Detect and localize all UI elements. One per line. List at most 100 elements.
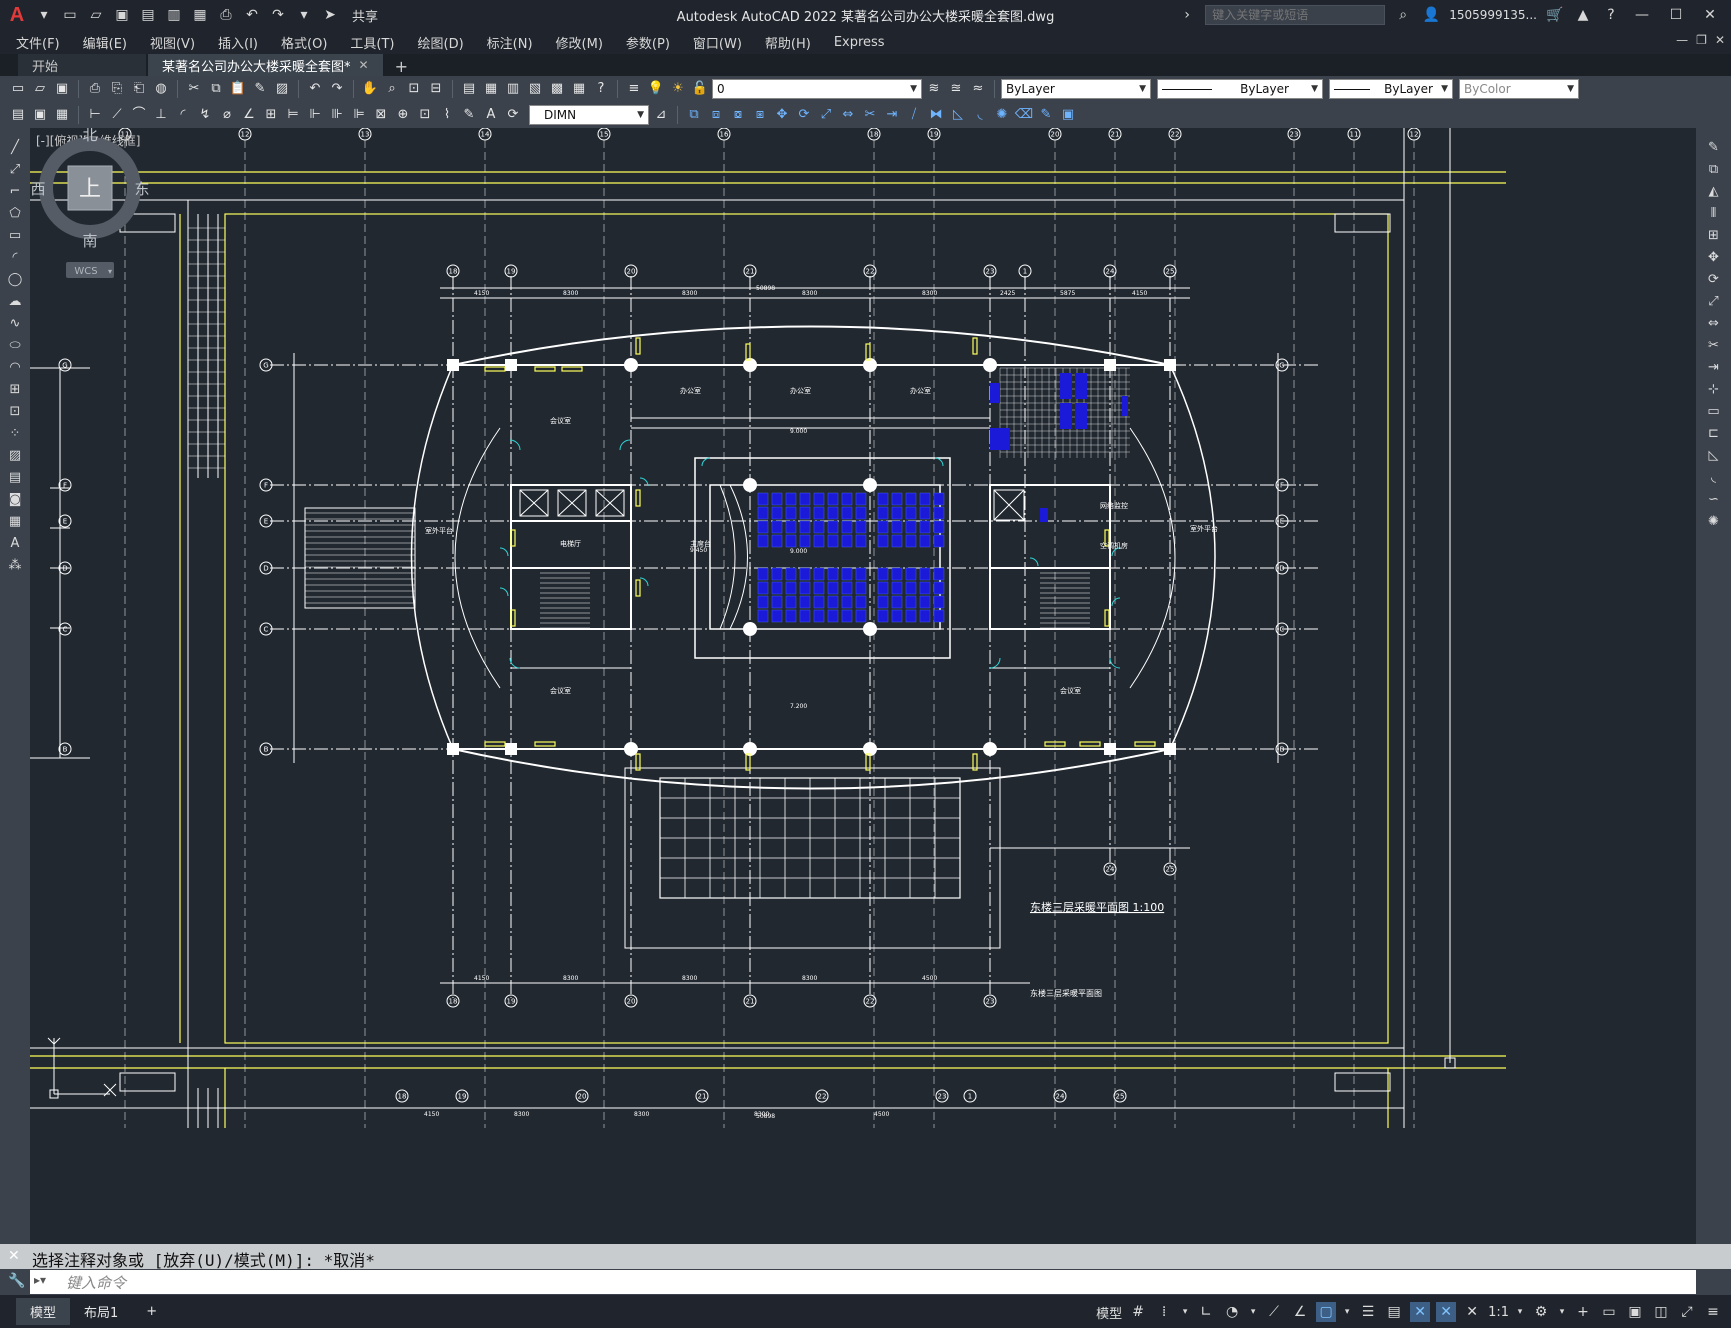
- viewcube-east-label[interactable]: 东: [134, 180, 149, 198]
- ellipse-arc-icon[interactable]: ◠: [5, 358, 25, 378]
- open-file-icon[interactable]: ▱: [86, 5, 106, 25]
- layer-previous-icon[interactable]: ≊: [946, 79, 966, 99]
- trim-icon[interactable]: ✂: [1704, 336, 1724, 356]
- workspace-gear-icon[interactable]: ⚙: [1531, 1302, 1551, 1322]
- array-icon[interactable]: ⊞: [1704, 226, 1724, 246]
- menu-parametric[interactable]: 参数(P): [626, 33, 670, 52]
- redo-icon[interactable]: ↷: [327, 79, 347, 99]
- revision-cloud-icon[interactable]: ☁: [5, 292, 25, 312]
- copy-object-icon[interactable]: ⧉: [1704, 160, 1724, 180]
- polygon-icon[interactable]: ⬠: [5, 204, 25, 224]
- app-menu-dropdown-icon[interactable]: ▾: [34, 5, 54, 25]
- rotate-icon[interactable]: ⟳: [1704, 270, 1724, 290]
- quick-properties-icon[interactable]: ▣: [1625, 1302, 1645, 1322]
- continue-dim-icon[interactable]: ⊩: [305, 105, 325, 125]
- clean-screen-icon[interactable]: ⤢: [1677, 1302, 1697, 1322]
- line-icon[interactable]: ╱: [5, 138, 25, 158]
- menu-help[interactable]: 帮助(H): [765, 33, 811, 52]
- menu-window[interactable]: 窗口(W): [693, 33, 742, 52]
- modify-scale-icon[interactable]: ⤢: [816, 105, 836, 125]
- command-prompt-icon[interactable]: ▸▾: [34, 1273, 46, 1287]
- autocad-logo-icon[interactable]: A: [6, 4, 28, 26]
- modify-array-icon[interactable]: ⧆: [750, 105, 770, 125]
- layer-properties-icon[interactable]: ≡: [624, 79, 644, 99]
- layer-freeze-icon[interactable]: ☀: [668, 79, 688, 99]
- menu-draw[interactable]: 绘图(D): [418, 33, 464, 52]
- properties-icon[interactable]: ▤: [459, 79, 479, 99]
- jogged-linear-icon[interactable]: ⌇: [437, 105, 457, 125]
- fillet-icon[interactable]: ◟: [1704, 468, 1724, 488]
- modify-offset-icon[interactable]: ⧇: [728, 105, 748, 125]
- modify-copy-icon[interactable]: ⧉: [684, 105, 704, 125]
- move-icon[interactable]: ✥: [1704, 248, 1724, 268]
- dim-space-icon[interactable]: ⊪: [327, 105, 347, 125]
- 3d-print-icon[interactable]: ◍: [151, 79, 171, 99]
- sheet-set-icon[interactable]: ▧: [525, 79, 545, 99]
- viewcube-west-label[interactable]: 西: [30, 180, 45, 198]
- share-button[interactable]: 共享: [352, 6, 378, 25]
- plot-icon[interactable]: ⎙: [85, 79, 105, 99]
- isometric-icon[interactable]: ⟋: [1264, 1302, 1284, 1322]
- lineweight-dropdown[interactable]: ByLayer ▼: [1329, 79, 1453, 99]
- plot-icon[interactable]: ⎙: [216, 5, 236, 25]
- modify-edit-icon[interactable]: ✎: [1036, 105, 1056, 125]
- add-selected-icon[interactable]: ⁂: [5, 556, 25, 576]
- new-file-icon[interactable]: ▭: [60, 5, 80, 25]
- tolerance-icon[interactable]: ⊠: [371, 105, 391, 125]
- open-web-icon[interactable]: ▥: [164, 5, 184, 25]
- close-icon[interactable]: ✕: [1697, 7, 1723, 23]
- explode-icon[interactable]: ✺: [1704, 512, 1724, 532]
- annotation-visibility-icon[interactable]: ✕: [1410, 1302, 1431, 1322]
- maximize-icon[interactable]: ☐: [1663, 7, 1689, 23]
- snap-dropdown-icon[interactable]: ▾: [1180, 1302, 1190, 1322]
- point-icon[interactable]: ⁘: [5, 424, 25, 444]
- tab-drawing[interactable]: 某著名公司办公大楼采暖全套图* ✕: [148, 54, 383, 76]
- model-space-button[interactable]: 模型: [1096, 1303, 1122, 1322]
- layer-tool-icon[interactable]: ▦: [52, 105, 72, 125]
- block-editor-icon[interactable]: ▨: [272, 79, 292, 99]
- center-mark-icon[interactable]: ⊕: [393, 105, 413, 125]
- menu-modify[interactable]: 修改(M): [556, 33, 603, 52]
- arc-length-icon[interactable]: ⌒: [129, 105, 149, 125]
- ellipse-icon[interactable]: ⬭: [5, 336, 25, 356]
- extend-icon[interactable]: ⇥: [1704, 358, 1724, 378]
- zoom-window-icon[interactable]: ⊡: [404, 79, 424, 99]
- gradient-icon[interactable]: ▤: [5, 468, 25, 488]
- insert-block-icon[interactable]: ⊞: [5, 380, 25, 400]
- publish-icon[interactable]: ⎗: [129, 79, 149, 99]
- command-close-icon[interactable]: ✕: [8, 1248, 20, 1264]
- auto-scale-icon[interactable]: ✕: [1436, 1302, 1457, 1322]
- scale-dropdown-icon[interactable]: ▾: [1515, 1302, 1525, 1322]
- offset-icon[interactable]: ⫴: [1704, 204, 1724, 224]
- radius-dim-icon[interactable]: ◜: [173, 105, 193, 125]
- viewcube-south-label[interactable]: 南: [82, 232, 97, 250]
- color-dropdown[interactable]: ByLayer ▼: [1001, 79, 1151, 99]
- dim-update-icon[interactable]: ⟳: [503, 105, 523, 125]
- search-icon[interactable]: ⌕: [1393, 5, 1413, 25]
- modify-explode-icon[interactable]: ✺: [992, 105, 1012, 125]
- hatch-icon[interactable]: ▨: [5, 446, 25, 466]
- minimize-icon[interactable]: —: [1629, 7, 1655, 23]
- modify-mirror-icon[interactable]: ⧈: [706, 105, 726, 125]
- undo-icon[interactable]: ↶: [242, 5, 262, 25]
- polar-tracking-icon[interactable]: ◔: [1222, 1302, 1242, 1322]
- customize-qa-icon[interactable]: ▾: [294, 5, 314, 25]
- break-at-point-icon[interactable]: ⊹: [1704, 380, 1724, 400]
- modify-trim-icon[interactable]: ✂: [860, 105, 880, 125]
- construction-line-icon[interactable]: ⤢: [5, 160, 25, 180]
- tool-palettes-icon[interactable]: ▥: [503, 79, 523, 99]
- menu-express[interactable]: Express: [834, 35, 885, 50]
- annotation-monitor-icon[interactable]: +: [1573, 1302, 1593, 1322]
- save-as-icon[interactable]: ▤: [138, 5, 158, 25]
- units-icon[interactable]: ▭: [1599, 1302, 1619, 1322]
- layout-tab-layout1[interactable]: 布局1: [70, 1298, 132, 1325]
- calculator-icon[interactable]: ▦: [569, 79, 589, 99]
- match-properties-icon[interactable]: ✎: [250, 79, 270, 99]
- chamfer-icon[interactable]: ◺: [1704, 446, 1724, 466]
- layer-states-icon[interactable]: ≈: [968, 79, 988, 99]
- design-center-icon[interactable]: ▦: [481, 79, 501, 99]
- save-icon[interactable]: ▣: [52, 79, 72, 99]
- plotstyle-dropdown[interactable]: ByColor ▼: [1459, 79, 1579, 99]
- viewcube[interactable]: 上 北 南 东 西 WCS ▾: [30, 128, 150, 288]
- pan-icon[interactable]: ✋: [360, 79, 380, 99]
